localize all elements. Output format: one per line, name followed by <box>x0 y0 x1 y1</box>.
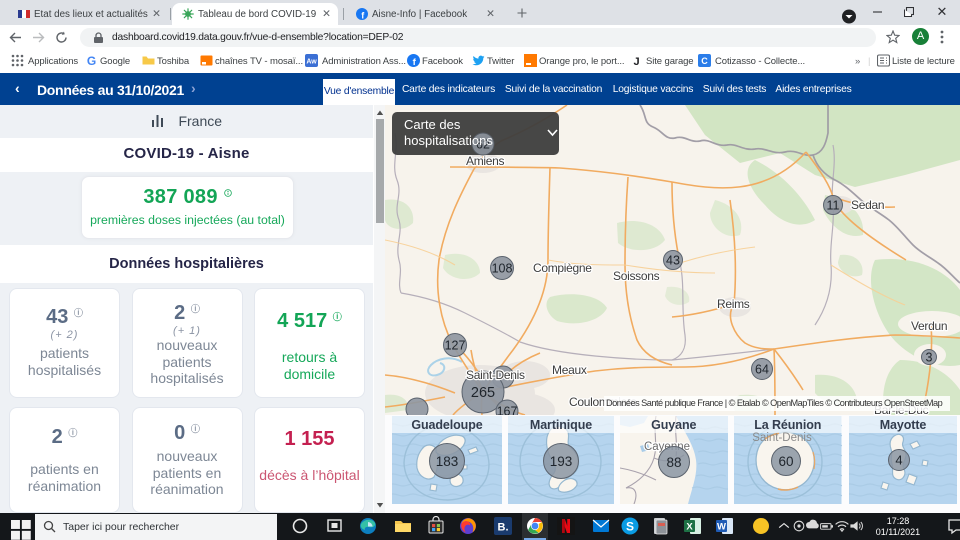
svg-text:Aw: Aw <box>306 59 317 66</box>
svg-text:Meaux: Meaux <box>552 363 587 377</box>
svg-text:3: 3 <box>926 351 933 365</box>
svg-text:60: 60 <box>778 454 793 469</box>
svg-text:J: J <box>633 56 639 67</box>
svg-text:43: 43 <box>666 254 680 268</box>
svg-text:183: 183 <box>436 454 459 469</box>
svg-text:108: 108 <box>492 262 513 276</box>
svg-text:11: 11 <box>827 199 840 213</box>
svg-text:4: 4 <box>895 453 902 468</box>
svg-text:W: W <box>717 522 726 533</box>
svg-text:265: 265 <box>471 385 495 401</box>
svg-text:Saint-Denis: Saint-Denis <box>466 368 525 382</box>
svg-text:193: 193 <box>550 454 573 469</box>
svg-text:64: 64 <box>755 363 769 377</box>
svg-text:Saint-Denis: Saint-Denis <box>752 432 812 444</box>
svg-text:B.: B. <box>498 522 509 534</box>
svg-text:S: S <box>626 520 634 534</box>
svg-text:C: C <box>701 56 708 66</box>
svg-text:Verdun: Verdun <box>911 319 947 333</box>
svg-text:127: 127 <box>445 339 466 353</box>
svg-text:Reims: Reims <box>717 297 750 311</box>
svg-text:G: G <box>87 54 96 67</box>
svg-text:Sedan: Sedan <box>851 198 884 212</box>
svg-text:X: X <box>686 522 693 533</box>
svg-text:Compiègne: Compiègne <box>533 261 592 275</box>
svg-text:Soissons: Soissons <box>613 269 660 283</box>
svg-text:88: 88 <box>666 455 681 470</box>
